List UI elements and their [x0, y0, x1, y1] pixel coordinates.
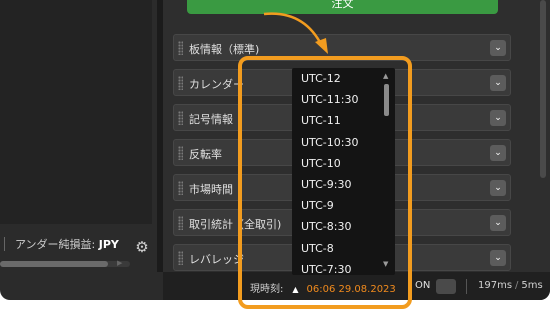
- dropdown-scrollbar[interactable]: ▲ ▼: [382, 72, 391, 272]
- left-pane: [0, 0, 152, 224]
- panel-label: 取引統計（全取引): [189, 218, 282, 231]
- drag-handle-icon[interactable]: [178, 41, 183, 55]
- chevron-down-icon[interactable]: ⌄: [490, 250, 506, 266]
- gear-icon[interactable]: ⚙: [134, 239, 150, 255]
- chevron-down-icon[interactable]: ⌄: [490, 180, 506, 196]
- timezone-option[interactable]: UTC-7:30: [292, 259, 395, 275]
- currency-value: JPY: [98, 238, 119, 251]
- chevron-down-icon[interactable]: ⌄: [490, 110, 506, 126]
- drag-handle-icon[interactable]: [178, 181, 183, 195]
- panel-label: 反転率: [189, 148, 222, 161]
- scroll-right-icon[interactable]: ▶: [117, 259, 122, 267]
- panel-label: レバレッジ: [189, 253, 244, 266]
- timezone-option[interactable]: UTC-10: [292, 153, 395, 174]
- drag-handle-icon[interactable]: [178, 251, 183, 265]
- panel-label: 板情報（標準): [189, 43, 260, 56]
- order-button[interactable]: 注文: [187, 0, 498, 14]
- panel-order-book[interactable]: 板情報（標準) ⌄: [173, 34, 511, 61]
- ping-value: 197ms: [478, 280, 513, 291]
- vertical-scrollbar[interactable]: [540, 0, 546, 178]
- time-value[interactable]: 06:06 29.08.2023: [307, 284, 396, 295]
- chevron-down-icon[interactable]: ⌄: [490, 40, 506, 56]
- scroll-down-icon[interactable]: ▼: [383, 260, 388, 268]
- time-label: 現時刻:: [250, 284, 284, 295]
- chevron-down-icon[interactable]: ⌄: [490, 75, 506, 91]
- horizontal-scrollbar[interactable]: ▶: [0, 259, 130, 267]
- callout-arrow-icon: [263, 12, 328, 54]
- divider: [466, 279, 467, 294]
- ping-readout: 197ms/5ms: [478, 280, 543, 291]
- timezone-dropdown[interactable]: UTC-12 UTC-11:30 UTC-11 UTC-10:30 UTC-10…: [292, 68, 395, 275]
- drag-handle-icon[interactable]: [178, 76, 183, 90]
- scrollbar-thumb[interactable]: [0, 261, 108, 267]
- current-time-selector[interactable]: 現時刻: ▲ 06:06 29.08.2023: [250, 280, 396, 295]
- drag-handle-icon[interactable]: [178, 216, 183, 230]
- panel-label: カレンダー: [189, 78, 244, 91]
- divider: [4, 237, 5, 251]
- timezone-option[interactable]: UTC-11: [292, 110, 395, 131]
- timezone-option[interactable]: UTC-8: [292, 238, 395, 259]
- timezone-option[interactable]: UTC-12: [292, 68, 395, 89]
- panel-label: 市場時間: [189, 183, 233, 196]
- timezone-option[interactable]: UTC-11:30: [292, 89, 395, 110]
- drag-handle-icon[interactable]: [178, 111, 183, 125]
- ping-value: 5ms: [521, 280, 543, 291]
- timezone-option[interactable]: UTC-8:30: [292, 216, 395, 237]
- net-pnl-label: アンダー純損益: JPY: [15, 236, 119, 252]
- chevron-down-icon[interactable]: ⌄: [490, 145, 506, 161]
- connection-label: ON: [415, 280, 431, 291]
- timezone-option[interactable]: UTC-9:30: [292, 174, 395, 195]
- chevron-down-icon[interactable]: ⌄: [490, 215, 506, 231]
- caret-up-icon[interactable]: ▲: [292, 285, 298, 294]
- drag-handle-icon[interactable]: [178, 146, 183, 160]
- timezone-option[interactable]: UTC-10:30: [292, 132, 395, 153]
- scroll-up-icon[interactable]: ▲: [383, 72, 388, 80]
- scrollbar-thumb[interactable]: [384, 84, 389, 116]
- timezone-option[interactable]: UTC-9: [292, 195, 395, 216]
- panel-label: 記号情報: [189, 113, 233, 126]
- net-pnl-text: アンダー純損益:: [15, 238, 96, 251]
- left-status-bar: アンダー純損益: JPY: [0, 231, 155, 257]
- connection-toggle[interactable]: [436, 279, 456, 294]
